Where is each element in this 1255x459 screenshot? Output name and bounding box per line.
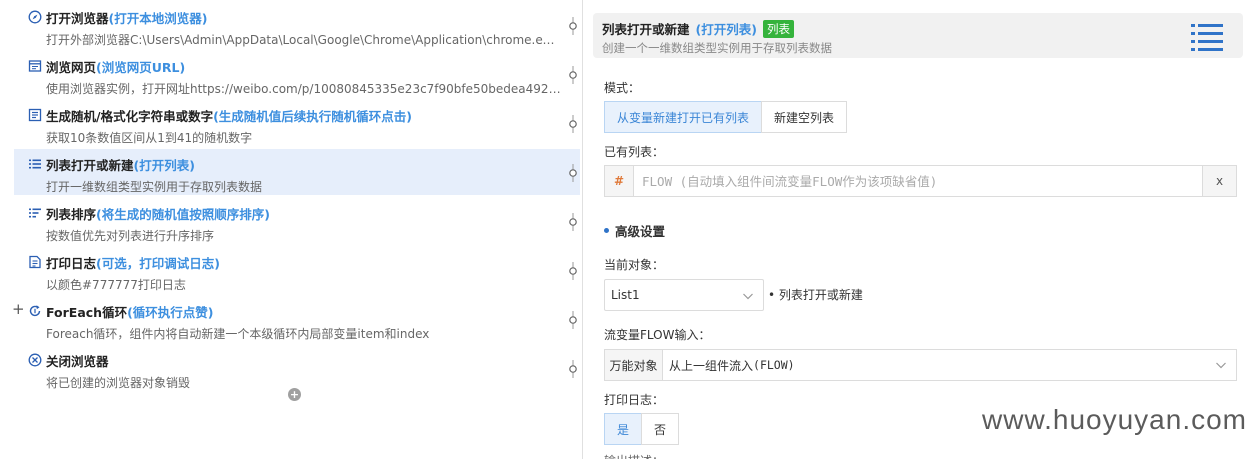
compass-icon (28, 10, 42, 24)
mode-label: 模式： (604, 81, 641, 95)
panel-subtitle: (打开列表) (695, 22, 757, 37)
flow-input-select[interactable]: 万能对象 从上一组件流入 (FLOW) (604, 349, 1237, 381)
flow-item-subtitle: (打开列表) (133, 157, 195, 173)
hash-prefix-icon: # (604, 165, 634, 197)
flow-item-title-text: 关闭浏览器 (46, 353, 109, 369)
flow-item-title-text: 列表排序 (46, 206, 97, 222)
add-step-button[interactable]: + (288, 388, 301, 401)
flow-item-desc: 以颜色#777777打印日志 (46, 278, 186, 292)
flow-item-title: 列表打开或新建 (打开列表) (28, 155, 195, 173)
flow-item-subtitle: (循环执行点赞) (127, 304, 214, 320)
flow-item-title: 关闭浏览器 (28, 351, 109, 369)
flow-item-title-text: 列表打开或新建 (46, 157, 134, 173)
flow-item-browse-page[interactable]: 浏览网页 (浏览网页URL) 使用浏览器实例，打开网址https://weibo.… (14, 51, 580, 97)
current-object-note: • 列表打开或新建 (768, 288, 863, 302)
bullet-icon (604, 228, 609, 233)
flow-item-title: ForEach循环 (循环执行点赞) (28, 302, 214, 320)
flow-item-desc: 使用浏览器实例，打开网址https://weibo.com/p/10080845… (46, 82, 561, 96)
flow-item-title-text: 浏览网页 (46, 59, 97, 75)
flow-item-title-text: ForEach循环 (46, 304, 128, 320)
existing-list-label: 已有列表： (604, 145, 665, 159)
mode-button-group: 从变量新建打开已有列表 新建空列表 (604, 101, 847, 133)
existing-list-input[interactable] (634, 165, 1203, 197)
connector-node-icon (569, 360, 577, 378)
flow-item-title: 打开浏览器 (打开本地浏览器) (28, 8, 207, 26)
flow-item-desc: 打开外部浏览器C:\Users\Admin\AppData\Local\Goog… (46, 33, 561, 47)
flow-item-foreach[interactable]: ForEach循环 (循环执行点赞) Foreach循环，组件内将自动新建一个本… (14, 296, 580, 342)
current-object-select[interactable]: List1 (604, 279, 764, 311)
panel-title: 列表打开或新建 (打开列表) 列表 (602, 19, 794, 38)
flow-item-random-generator[interactable]: 生成随机/格式化字符串或数字 (生成随机值后续执行随机循环点击) 获取10条数值区… (14, 100, 580, 146)
advanced-settings-heading[interactable]: 高级设置 (604, 221, 665, 240)
flow-input-type-tag: 万能对象 (605, 350, 663, 380)
type-badge: 列表 (762, 19, 794, 38)
current-object-label: 当前对象： (604, 258, 665, 272)
flow-item-title: 列表排序 (将生成的随机值按照顺序排序) (28, 204, 270, 222)
list-sort-icon (28, 206, 42, 220)
print-log-yes-button[interactable]: 是 (604, 413, 642, 445)
panel-header: 列表打开或新建 (打开列表) 列表 创建一个一维数组类型实例用于存取列表数据 (593, 13, 1243, 58)
print-log-icon (28, 255, 42, 269)
flow-item-desc: 将已创建的浏览器对象销毁 (46, 376, 191, 390)
connector-node-icon (569, 115, 577, 133)
flow-item-subtitle: (浏览网页URL) (96, 59, 186, 75)
flow-input-value: 从上一组件流入 (FLOW) (663, 350, 1236, 380)
flow-item-title: 打印日志 (可选，打印调试日志) (28, 253, 220, 271)
flow-item-subtitle: (打开本地浏览器) (108, 10, 208, 26)
close-browser-icon (28, 353, 42, 367)
connector-node-icon (569, 17, 577, 35)
print-log-no-button[interactable]: 否 (641, 413, 679, 445)
existing-list-field: # x (604, 165, 1237, 197)
browser-window-icon (28, 59, 42, 73)
random-generator-icon (28, 108, 42, 122)
panel-description: 创建一个一维数组类型实例用于存取列表数据 (602, 41, 832, 55)
flow-item-close-browser[interactable]: 关闭浏览器 将已创建的浏览器对象销毁 (14, 345, 580, 391)
connector-node-icon (569, 164, 577, 182)
flow-item-title-text: 打开浏览器 (46, 10, 109, 26)
mode-new-empty-button[interactable]: 新建空列表 (761, 101, 847, 133)
flow-list-panel: 打开浏览器 (打开本地浏览器) 打开外部浏览器C:\Users\Admin\App… (0, 0, 580, 459)
flow-item-subtitle: (将生成的随机值按照顺序排序) (96, 206, 270, 222)
flow-item-open-browser[interactable]: 打开浏览器 (打开本地浏览器) 打开外部浏览器C:\Users\Admin\App… (14, 2, 580, 48)
list-icon (28, 157, 42, 171)
connector-node-icon (569, 213, 577, 231)
properties-panel: 列表打开或新建 (打开列表) 列表 创建一个一维数组类型实例用于存取列表数据 模… (583, 0, 1255, 459)
flow-input-label: 流变量FLOW输入： (604, 328, 711, 342)
loop-icon (28, 304, 42, 318)
expand-toggle[interactable]: + (12, 300, 25, 318)
connector-node-icon (569, 262, 577, 280)
flow-item-list-sort[interactable]: 列表排序 (将生成的随机值按照顺序排序) 按数值优先对列表进行升序排序 (14, 198, 580, 244)
connector-node-icon (569, 66, 577, 84)
flow-item-list-open[interactable]: 列表打开或新建 (打开列表) 打开一维数组类型实例用于存取列表数据 (14, 149, 580, 195)
flow-item-title: 浏览网页 (浏览网页URL) (28, 57, 185, 75)
output-desc-label: 输出描述： (604, 452, 664, 459)
flow-item-print-log[interactable]: 打印日志 (可选，打印调试日志) 以颜色#777777打印日志 (14, 247, 580, 293)
print-log-label: 打印日志： (604, 393, 665, 407)
flow-item-subtitle: (生成随机值后续执行随机循环点击) (213, 108, 413, 124)
flow-input-value-var: (FLOW) (753, 358, 795, 372)
flow-item-title: 生成随机/格式化字符串或数字 (生成随机值后续执行随机循环点击) (28, 106, 412, 124)
current-object-value: List1 (611, 288, 640, 302)
panel-title-text: 列表打开或新建 (602, 22, 690, 37)
chevron-down-icon (1216, 362, 1226, 369)
watermark: www.huoyuyan.com (982, 404, 1248, 435)
flow-item-desc: Foreach循环，组件内将自动新建一个本级循环内局部变量item和index (46, 327, 430, 341)
flow-item-title-text: 生成随机/格式化字符串或数字 (46, 108, 214, 124)
list-icon (1191, 24, 1223, 51)
advanced-settings-label: 高级设置 (615, 224, 666, 239)
clear-button[interactable]: x (1203, 165, 1237, 197)
flow-input-value-text: 从上一组件流入 (669, 358, 754, 373)
flow-item-title-text: 打印日志 (46, 255, 97, 271)
flow-item-desc: 按数值优先对列表进行升序排序 (46, 229, 215, 243)
mode-from-variable-button[interactable]: 从变量新建打开已有列表 (604, 101, 762, 133)
print-log-button-group: 是 否 (604, 413, 679, 445)
connector-node-icon (569, 311, 577, 329)
flow-item-desc: 打开一维数组类型实例用于存取列表数据 (46, 180, 263, 194)
chevron-down-icon (743, 293, 753, 300)
flow-item-subtitle: (可选，打印调试日志) (96, 255, 220, 271)
flow-item-desc: 获取10条数值区间从1到41的随机数字 (46, 131, 253, 145)
